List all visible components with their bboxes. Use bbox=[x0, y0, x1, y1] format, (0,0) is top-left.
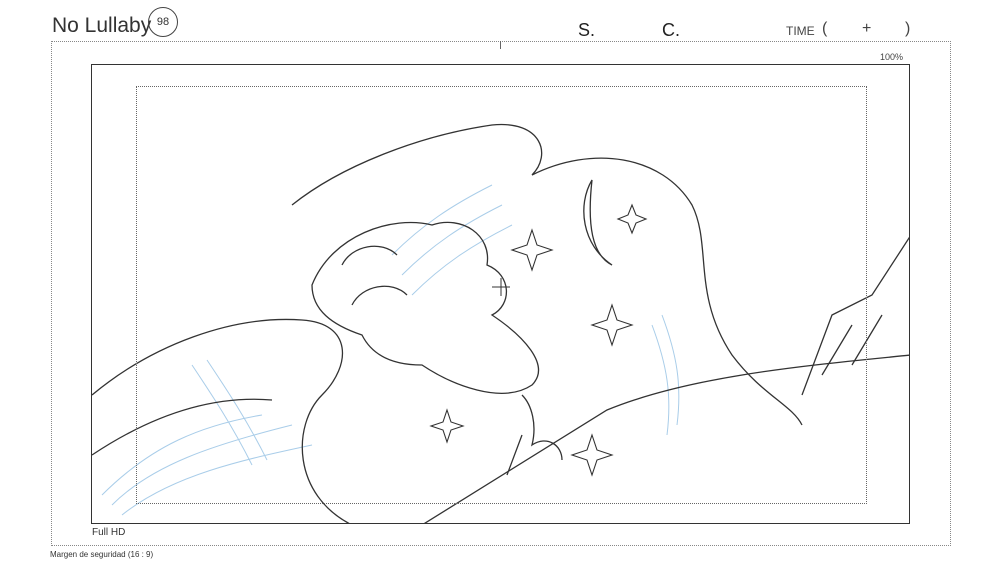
time-plus: + bbox=[862, 20, 872, 37]
safety-frame bbox=[136, 86, 867, 504]
page-title: No Lullaby bbox=[52, 14, 152, 37]
time-close-paren: ) bbox=[905, 20, 911, 37]
safety-margin-label: Margen de seguridad (16 : 9) bbox=[50, 550, 154, 559]
cut-label: C. bbox=[662, 20, 680, 40]
page-number-stamp: 98 bbox=[148, 7, 178, 37]
time-label: TIME bbox=[786, 24, 815, 38]
time-open-paren: ( bbox=[822, 20, 828, 37]
resolution-label: Full HD bbox=[92, 527, 126, 538]
top-center-tick bbox=[500, 41, 501, 49]
scene-label: S. bbox=[578, 20, 596, 40]
scale-label: 100% bbox=[880, 52, 904, 62]
